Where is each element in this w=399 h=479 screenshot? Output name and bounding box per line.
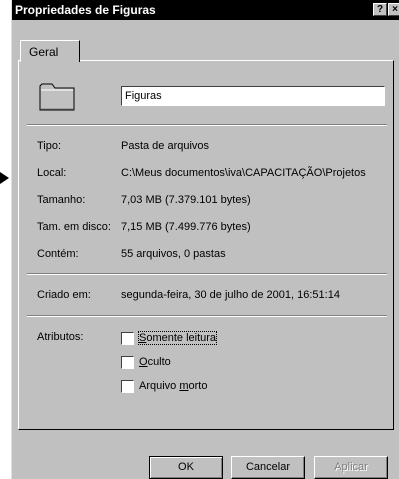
cancel-button[interactable]: Cancelar <box>231 456 305 479</box>
contains-label: Contém: <box>37 248 79 260</box>
tab-geral[interactable]: Geral <box>20 40 80 62</box>
help-button[interactable]: ? <box>373 3 387 16</box>
disk-size-label: Tam. em disco: <box>37 221 111 233</box>
separator <box>27 315 387 317</box>
apply-button[interactable]: Aplicar <box>314 456 388 479</box>
properties-dialog: Propriedades de Figuras ? × Geral Tipo: … <box>11 0 399 479</box>
read-only-label: Somente leitura <box>137 331 218 345</box>
disk-size-value: 7,15 MB (7.499.776 bytes) <box>121 221 251 233</box>
hidden-checkbox[interactable] <box>121 356 134 369</box>
created-value: segunda-feira, 30 de julho de 2001, 16:5… <box>121 289 340 301</box>
attributes-label: Atributos: <box>37 331 84 343</box>
type-label: Tipo: <box>37 140 62 152</box>
location-label: Local: <box>37 167 67 179</box>
hidden-label: Oculto <box>139 356 171 368</box>
separator <box>27 273 387 275</box>
folder-name-field[interactable] <box>121 86 385 106</box>
size-label: Tamanho: <box>37 194 86 206</box>
tab-label: Geral <box>29 45 59 59</box>
size-value: 7,03 MB (7.379.101 bytes) <box>121 194 251 206</box>
archive-checkbox[interactable] <box>121 380 134 393</box>
title-bar[interactable]: Propriedades de Figuras ? × <box>12 0 399 20</box>
type-value: Pasta de arquivos <box>121 140 210 152</box>
folder-icon <box>39 83 75 111</box>
close-icon: × <box>392 4 398 15</box>
close-button[interactable]: × <box>388 3 399 16</box>
general-panel: Tipo: Pasta de arquivos Local: C:\Meus d… <box>18 60 394 430</box>
window-title: Propriedades de Figuras <box>15 3 156 17</box>
pointer-arrow-marker <box>0 172 9 184</box>
help-icon: ? <box>376 4 384 15</box>
archive-label: Arquivo morto <box>139 380 208 392</box>
separator <box>27 124 387 126</box>
created-label: Criado em: <box>37 289 91 301</box>
read-only-checkbox[interactable] <box>121 332 134 345</box>
location-value: C:\Meus documentos\iva\CAPACITAÇÃO\Proje… <box>121 167 366 179</box>
ok-button[interactable]: OK <box>149 456 223 479</box>
contains-value: 55 arquivos, 0 pastas <box>121 248 226 260</box>
